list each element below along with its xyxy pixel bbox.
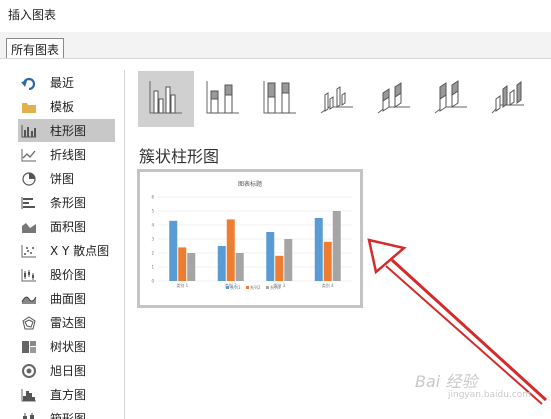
- preview-chart-svg: 图表标题 0123456类别 1 类别 2 类别 3 类别 4 系列1 系列2 系列3: [151, 180, 352, 290]
- treemap-chart-icon: [20, 339, 38, 355]
- y-tick-label: 4: [151, 223, 154, 228]
- 3d-stacked-column-icon: [374, 77, 414, 121]
- folder-icon: [20, 99, 38, 115]
- sidebar-item-label: 旭日图: [50, 364, 87, 378]
- tab-strip: 所有图表: [0, 32, 551, 59]
- sidebar-item-label: X Y 散点图: [50, 244, 110, 258]
- 3d-clustered-column-icon: [317, 77, 357, 121]
- sidebar-item-label: 饼图: [50, 172, 75, 186]
- y-tick-label: 5: [151, 209, 154, 214]
- subtype-title: 簇状柱形图: [139, 147, 220, 166]
- legend-label: 系列2: [250, 284, 261, 290]
- radar-chart-icon: [20, 315, 38, 331]
- sunburst-chart-icon: [20, 363, 38, 379]
- watermark-url: jingyan.baidu.com: [448, 390, 532, 400]
- sidebar-item-label: 模板: [50, 100, 75, 114]
- y-tick-label: 3: [151, 237, 154, 242]
- subtype-clustered-column[interactable]: [138, 71, 194, 127]
- sidebar-item-histogram[interactable]: 直方图: [18, 383, 115, 406]
- clustered-column-icon: [146, 77, 186, 121]
- y-tick-label: 1: [151, 265, 154, 270]
- bar-系列1-4: [314, 218, 323, 281]
- column-chart-icon: [20, 123, 38, 139]
- watermark: Bai 经验: [415, 372, 478, 391]
- dialog-title: 插入图表: [8, 8, 57, 22]
- 3d-100-stacked-column-icon: [431, 77, 471, 121]
- legend-label: 系列1: [230, 284, 241, 290]
- bar-chart-icon: [20, 195, 38, 211]
- sidebar-item-templates[interactable]: 模板: [18, 95, 115, 118]
- sidebar-item-line[interactable]: 折线图: [18, 143, 115, 166]
- y-tick-label: 0: [151, 279, 154, 284]
- subtype-3d-stacked-column[interactable]: [366, 71, 422, 127]
- sidebar-item-label: 股价图: [50, 268, 87, 282]
- sidebar-item-label: 最近: [50, 76, 75, 90]
- bar-系列2-2: [226, 219, 235, 281]
- bar-系列1-1: [169, 220, 178, 281]
- x-tick-label: 类别 1: [176, 282, 188, 288]
- undo-arrow-icon: [20, 75, 38, 91]
- dialog-titlebar: 插入图表: [0, 0, 551, 30]
- sidebar-item-label: 面积图: [50, 220, 87, 234]
- sidebar-item-scatter[interactable]: X Y 散点图: [18, 239, 115, 262]
- bar-系列3-3: [284, 239, 293, 281]
- subtype-3d-clustered-column[interactable]: [309, 71, 365, 127]
- histogram-chart-icon: [20, 387, 38, 403]
- bar-系列1-2: [217, 246, 226, 281]
- sidebar-item-column[interactable]: 柱形图: [18, 119, 115, 142]
- legend-swatch: [226, 286, 229, 289]
- y-tick-label: 6: [151, 195, 154, 200]
- sidebar-item-label: 箱形图: [50, 412, 87, 419]
- subtype-stacked-column[interactable]: [195, 71, 251, 127]
- bar-系列3-2: [235, 253, 244, 281]
- pie-chart-icon: [20, 171, 38, 187]
- 100-stacked-column-icon: [260, 77, 300, 121]
- bar-系列3-4: [332, 211, 341, 281]
- sidebar-item-label: 曲面图: [50, 292, 87, 306]
- stacked-column-icon: [203, 77, 243, 121]
- legend-swatch: [246, 286, 249, 289]
- sidebar-item-treemap[interactable]: 树状图: [18, 335, 115, 358]
- chart-title: 图表标题: [238, 180, 262, 188]
- legend-swatch: [266, 286, 269, 289]
- sidebar-item-stock[interactable]: 股价图: [18, 263, 115, 286]
- chart-preview[interactable]: 图表标题 0 1 2 3 4 5 6 类别 1 类别 2 类别 3 类别 4 系列1 系列2 系列3: [137, 169, 363, 308]
- sidebar-item-label: 树状图: [50, 340, 87, 354]
- surface-chart-icon: [20, 291, 38, 307]
- bar-系列2-4: [323, 241, 332, 281]
- subtype-3d-100-stacked-column[interactable]: [423, 71, 479, 127]
- sidebar-item-bar[interactable]: 条形图: [18, 191, 115, 214]
- sidebar-item-label: 条形图: [50, 196, 87, 210]
- sidebar-item-radar[interactable]: 雷达图: [18, 311, 115, 334]
- line-chart-icon: [20, 147, 38, 163]
- bar-系列2-1: [178, 247, 187, 281]
- sidebar-item-recent[interactable]: 最近: [18, 71, 115, 94]
- tab-all-charts[interactable]: 所有图表: [6, 38, 65, 58]
- bar-系列1-3: [266, 232, 275, 281]
- legend-label: 系列3: [270, 284, 281, 290]
- sidebar-divider: [124, 70, 125, 419]
- sidebar-item-area[interactable]: 面积图: [18, 215, 115, 238]
- area-chart-icon: [20, 219, 38, 235]
- chart-category-sidebar: 最近 模板 柱形图 折线图 饼图 条形图 面积图 X Y 散点图 股价图 曲面图…: [0, 60, 124, 419]
- x-tick-label: 类别 4: [322, 282, 334, 288]
- sidebar-item-label: 柱形图: [50, 124, 87, 138]
- sidebar-item-sunburst[interactable]: 旭日图: [18, 359, 115, 382]
- sidebar-item-label: 雷达图: [50, 316, 87, 330]
- subtype-3d-column[interactable]: [480, 71, 536, 127]
- sidebar-item-pie[interactable]: 饼图: [18, 167, 115, 190]
- stock-chart-icon: [20, 267, 38, 283]
- sidebar-item-label: 折线图: [50, 148, 87, 162]
- sidebar-item-surface[interactable]: 曲面图: [18, 287, 115, 310]
- box-chart-icon: [20, 411, 38, 419]
- y-tick-label: 2: [151, 251, 154, 256]
- bar-系列2-3: [275, 255, 284, 281]
- bar-系列3-1: [187, 253, 196, 281]
- subtype-100-stacked-column[interactable]: [252, 71, 308, 127]
- scatter-chart-icon: [20, 243, 38, 259]
- 3d-column-icon: [488, 77, 528, 121]
- sidebar-item-label: 直方图: [50, 388, 87, 402]
- sidebar-item-box[interactable]: 箱形图: [18, 407, 115, 419]
- chart-subtype-bar: [132, 71, 551, 127]
